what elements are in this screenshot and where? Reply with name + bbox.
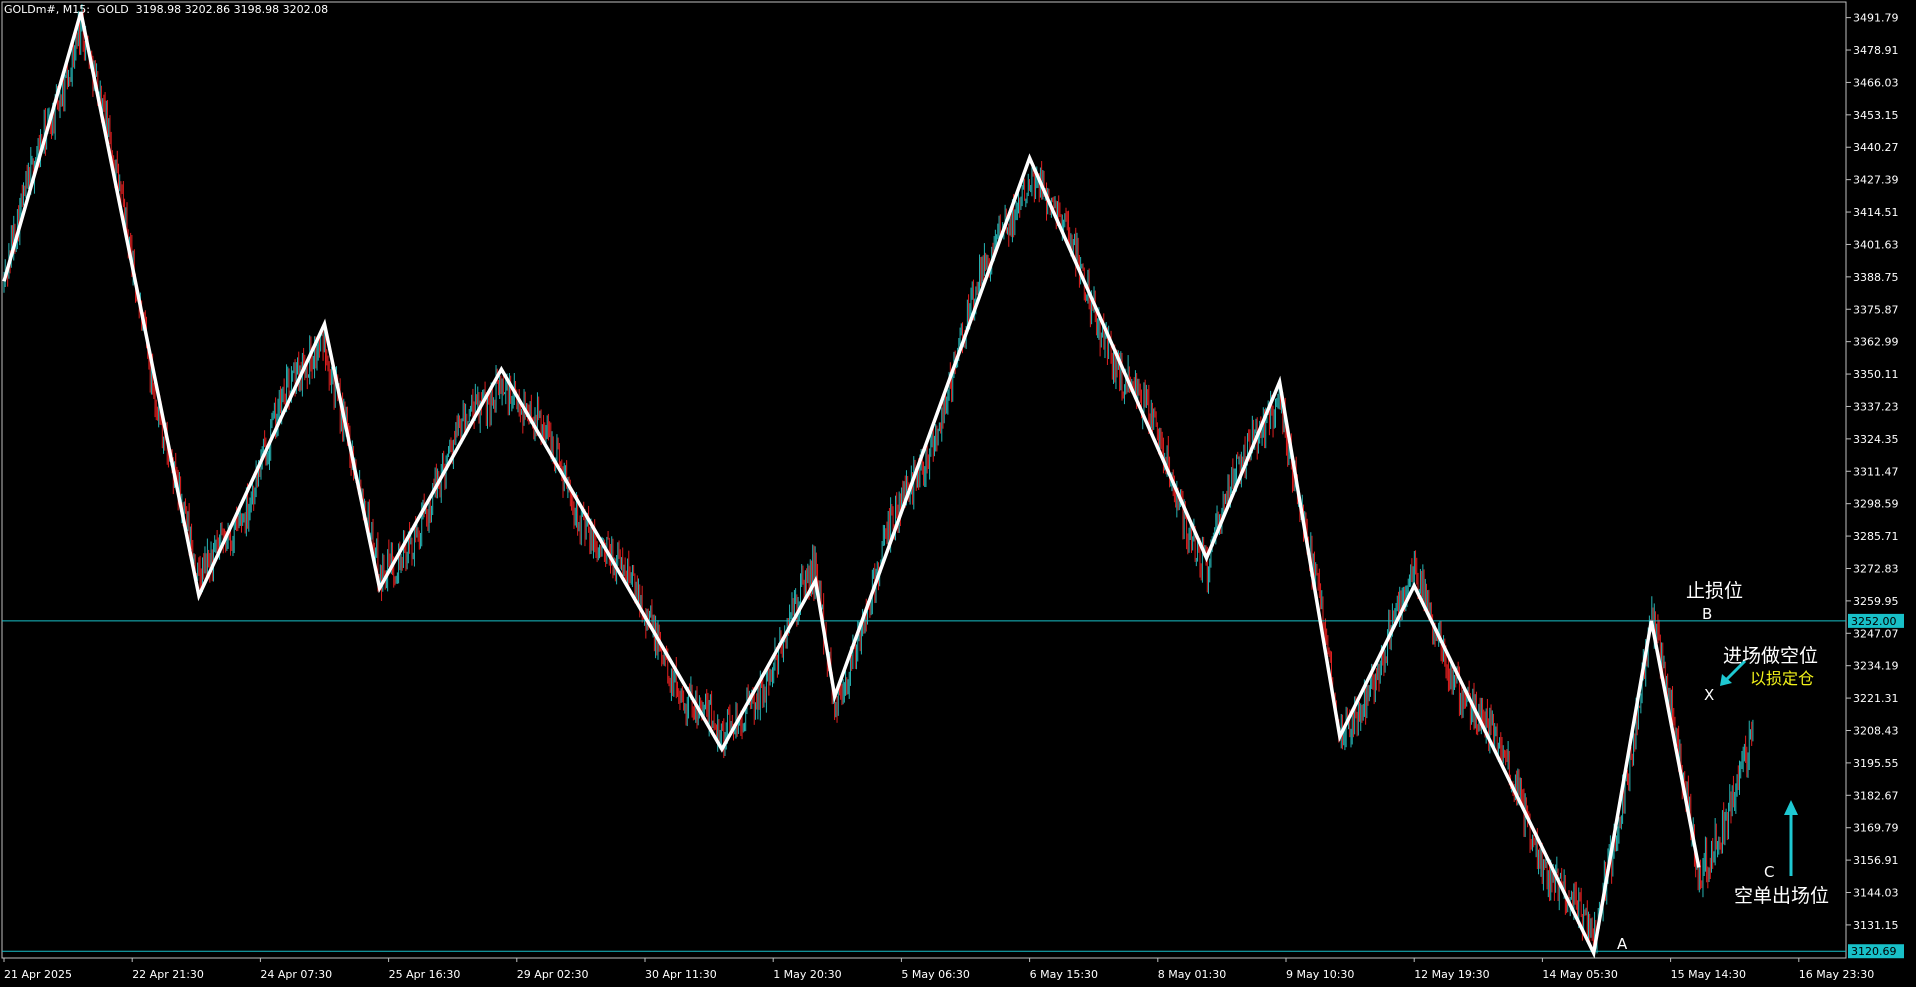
y-tick-label-19: 3247.07 bbox=[1853, 627, 1899, 640]
y-tick-label-7: 3401.63 bbox=[1853, 238, 1899, 251]
symbol-info-header: GOLDm#, M15: GOLD 3198.98 3202.86 3198.9… bbox=[4, 3, 329, 16]
point-c-label: C bbox=[1764, 863, 1775, 881]
position-sizing-label: 以损定仓 bbox=[1750, 669, 1815, 688]
x-tick-label-5: 30 Apr 11:30 bbox=[645, 968, 717, 981]
y-tick-label-15: 3298.59 bbox=[1853, 498, 1899, 511]
x-tick-label-4: 29 Apr 02:30 bbox=[517, 968, 589, 981]
y-tick-label-3: 3453.15 bbox=[1853, 109, 1899, 122]
y-tick-label-10: 3362.99 bbox=[1853, 336, 1899, 349]
y-tick-label-2: 3466.03 bbox=[1853, 76, 1899, 89]
horizontal-level-line: 3252.00 3120.69 bbox=[2, 613, 1904, 959]
y-tick-label-16: 3285.71 bbox=[1853, 530, 1899, 543]
x-tick-label-11: 12 May 19:30 bbox=[1414, 968, 1489, 981]
y-tick-label-1: 3478.91 bbox=[1853, 44, 1899, 57]
y-tick-label-26: 3156.91 bbox=[1853, 854, 1899, 867]
time-axis[interactable]: 21 Apr 2025 22 Apr 21:30 24 Apr 07:30 25 Ap… bbox=[3, 958, 1874, 981]
y-tick-label-28: 3131.15 bbox=[1853, 919, 1899, 932]
x-tick-label-2: 24 Apr 07:30 bbox=[260, 968, 332, 981]
y-tick-label-18: 3259.95 bbox=[1853, 595, 1899, 608]
x-tick-label-0: 21 Apr 2025 bbox=[4, 968, 72, 981]
y-tick-label-27: 3144.03 bbox=[1853, 887, 1899, 900]
y-tick-label-13: 3324.35 bbox=[1853, 433, 1899, 446]
y-tick-label-23: 3195.55 bbox=[1853, 757, 1899, 770]
x-tick-label-9: 8 May 01:30 bbox=[1158, 968, 1226, 981]
y-tick-label-9: 3375.87 bbox=[1853, 303, 1899, 316]
y-tick-label-5: 3427.39 bbox=[1853, 174, 1899, 187]
x-tick-label-8: 6 May 15:30 bbox=[1030, 968, 1098, 981]
annotation-arrows bbox=[1720, 659, 1798, 876]
x-tick-label-3: 25 Apr 16:30 bbox=[389, 968, 461, 981]
y-tick-label-24: 3182.67 bbox=[1853, 789, 1899, 802]
y-tick-label-6: 3414.51 bbox=[1853, 206, 1899, 219]
x-tick-label-12: 14 May 05:30 bbox=[1542, 968, 1617, 981]
price-axis[interactable]: 3491.79 3478.91 3466.03 3453.15 3440.27 3427.… bbox=[1846, 12, 1899, 932]
x-tick-label-14: 16 May 23:30 bbox=[1799, 968, 1874, 981]
price-chart[interactable]: 3252.00 3120.69 3491.79 3478.91 3466.03 3453… bbox=[0, 0, 1916, 987]
x-tick-label-13: 15 May 14:30 bbox=[1671, 968, 1746, 981]
entry-short-label: 进场做空位 bbox=[1723, 645, 1819, 667]
level-price-tag: 3252.00 bbox=[1851, 615, 1897, 628]
y-tick-label-22: 3208.43 bbox=[1853, 724, 1899, 737]
exit-arrow-head bbox=[1784, 800, 1798, 815]
stop-loss-label: 止损位 bbox=[1686, 580, 1744, 602]
point-a-label: A bbox=[1617, 935, 1628, 953]
current-price-tag: 3120.69 bbox=[1851, 945, 1897, 958]
x-tick-label-1: 22 Apr 21:30 bbox=[132, 968, 204, 981]
point-b-label: B bbox=[1702, 605, 1713, 623]
y-tick-label-21: 3221.31 bbox=[1853, 692, 1899, 705]
y-tick-label-0: 3491.79 bbox=[1853, 12, 1899, 25]
exit-short-label: 空单出场位 bbox=[1734, 885, 1830, 907]
point-x-label: X bbox=[1704, 686, 1715, 704]
y-tick-label-8: 3388.75 bbox=[1853, 271, 1899, 284]
x-tick-label-7: 5 May 06:30 bbox=[901, 968, 969, 981]
y-tick-label-4: 3440.27 bbox=[1853, 141, 1899, 154]
y-tick-label-12: 3337.23 bbox=[1853, 400, 1899, 413]
x-tick-label-10: 9 May 10:30 bbox=[1286, 968, 1354, 981]
candlestick-series bbox=[3, 4, 1754, 957]
y-tick-label-17: 3272.83 bbox=[1853, 562, 1899, 575]
y-tick-label-11: 3350.11 bbox=[1853, 368, 1899, 381]
x-tick-label-6: 1 May 20:30 bbox=[773, 968, 841, 981]
y-tick-label-20: 3234.19 bbox=[1853, 660, 1899, 673]
y-tick-label-14: 3311.47 bbox=[1853, 465, 1899, 478]
y-tick-label-25: 3169.79 bbox=[1853, 822, 1899, 835]
